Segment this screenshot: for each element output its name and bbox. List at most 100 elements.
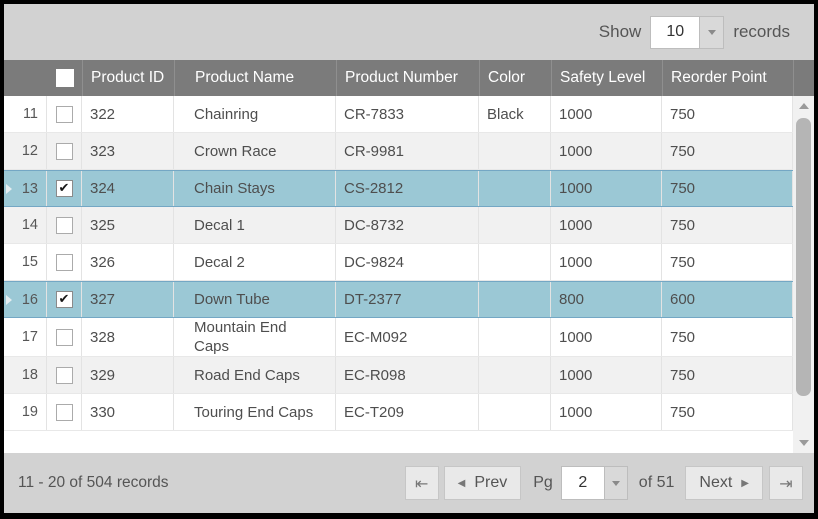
product-grid: Show 10 records Product ID Product Name …	[0, 0, 818, 519]
page-size-dropdown-button[interactable]	[700, 16, 724, 49]
table-row[interactable]: 19330Touring End CapsEC-T2091000750	[4, 394, 793, 431]
selected-row-marker-icon	[6, 295, 12, 305]
table-row[interactable]: 11322ChainringCR-7833Black1000750	[4, 96, 793, 133]
select-all-checkbox[interactable]	[56, 69, 74, 87]
next-arrow-icon: ▶	[741, 478, 749, 489]
row-number: 11	[4, 96, 47, 132]
row-checkbox-cell	[47, 318, 82, 356]
row-checkbox[interactable]	[56, 367, 73, 384]
cell-safety-level: 1000	[551, 96, 662, 132]
prev-page-button[interactable]: ◀ Prev	[444, 466, 522, 500]
records-summary: 11 - 20 of 504 records	[18, 474, 405, 492]
header-safety-level[interactable]: Safety Level	[551, 60, 662, 96]
table-row[interactable]: 12323Crown RaceCR-99811000750	[4, 133, 793, 170]
row-checkbox-cell	[47, 394, 82, 430]
cell-color	[479, 318, 551, 356]
cell-safety-level: 1000	[551, 394, 662, 430]
first-page-button[interactable]: ⇤	[405, 466, 439, 500]
first-page-icon: ⇤	[415, 474, 428, 493]
selected-row-marker-icon	[6, 184, 12, 194]
page-number-dropdown-button[interactable]	[605, 466, 628, 500]
header-reorder-point[interactable]: Reorder Point	[662, 60, 793, 96]
cell-reorder-point: 600	[662, 282, 793, 317]
row-number: 12	[4, 133, 47, 169]
table-row[interactable]: 14 325Decal 1DC-8732 1000750	[4, 207, 793, 244]
scroll-down-button[interactable]	[793, 433, 814, 453]
header-row-number	[4, 60, 47, 96]
cell-product-id: 327	[82, 282, 174, 317]
prev-arrow-icon: ◀	[458, 478, 466, 489]
header-product-id[interactable]: Product ID	[82, 60, 174, 96]
chevron-down-icon	[612, 481, 620, 486]
row-checkbox[interactable]	[56, 254, 73, 271]
cell-color	[479, 207, 551, 243]
row-number: 14	[4, 207, 47, 243]
table-row[interactable]: 15326Decal 2DC-98241000750	[4, 244, 793, 281]
cell-reorder-point: 750	[662, 96, 793, 132]
cell-color	[479, 171, 551, 206]
row-number: 15	[4, 244, 47, 280]
cell-product-name: Chain Stays	[174, 171, 336, 206]
page-number-input[interactable]: 2	[561, 466, 605, 500]
cell-color	[479, 282, 551, 317]
cell-reorder-point: 750	[662, 394, 793, 430]
scroll-up-icon	[799, 103, 809, 109]
scrollbar-thumb[interactable]	[796, 118, 811, 396]
row-number: 16	[4, 282, 47, 317]
row-checkbox-cell	[47, 96, 82, 132]
row-checkbox[interactable]	[56, 404, 73, 421]
cell-product-id: 323	[82, 133, 174, 169]
cell-product-number: CR-7833	[336, 96, 479, 132]
cell-reorder-point: 750	[662, 357, 793, 393]
scroll-down-icon	[799, 440, 809, 446]
header-product-name[interactable]: Product Name	[174, 60, 336, 96]
chevron-down-icon	[708, 30, 716, 35]
header-scroll-spacer	[793, 60, 814, 96]
next-page-button[interactable]: Next ▶	[685, 466, 763, 500]
page-number-selector: 2	[561, 466, 628, 500]
row-checkbox[interactable]	[56, 217, 73, 234]
vertical-scrollbar[interactable]	[793, 96, 814, 453]
cell-product-id: 326	[82, 244, 174, 280]
row-checkbox-cell	[47, 133, 82, 169]
pg-label: Pg	[533, 474, 553, 492]
cell-product-name: Down Tube	[174, 282, 336, 317]
table-row[interactable]: 18329Road End CapsEC-R0981000750	[4, 357, 793, 394]
cell-product-name: Chainring	[174, 96, 336, 132]
cell-product-number: DC-8732	[336, 207, 479, 243]
cell-product-number: CR-9981	[336, 133, 479, 169]
pager-bar: 11 - 20 of 504 records ⇤ ◀ Prev Pg 2 of …	[4, 453, 814, 513]
scroll-up-button[interactable]	[793, 96, 814, 116]
cell-product-number: EC-M092	[336, 318, 479, 356]
row-checkbox[interactable]	[56, 106, 73, 123]
cell-reorder-point: 750	[662, 207, 793, 243]
cell-product-id: 325	[82, 207, 174, 243]
page-size-selector: 10	[650, 16, 724, 49]
next-label: Next	[699, 474, 732, 492]
table-row[interactable]: 16 ✔ 327Down TubeDT-2377 800600	[4, 281, 793, 318]
cell-product-id: 329	[82, 357, 174, 393]
row-checkbox-cell: ✔	[47, 282, 82, 317]
table-row[interactable]: 13✔324Chain StaysCS-28121000750	[4, 170, 793, 207]
row-checkbox-cell	[47, 207, 82, 243]
cell-product-number: DT-2377	[336, 282, 479, 317]
row-checkbox[interactable]: ✔	[56, 180, 73, 197]
header-color[interactable]: Color	[479, 60, 551, 96]
row-checkbox[interactable]: ✔	[56, 291, 73, 308]
cell-product-name: Decal 1	[174, 207, 336, 243]
last-page-button[interactable]: ⇥	[769, 466, 803, 500]
cell-safety-level: 1000	[551, 171, 662, 206]
total-pages-label: of 51	[639, 474, 675, 492]
page-size-input[interactable]: 10	[650, 16, 700, 49]
row-checkbox-cell	[47, 244, 82, 280]
row-checkbox[interactable]	[56, 329, 73, 346]
cell-safety-level: 800	[551, 282, 662, 317]
cell-safety-level: 1000	[551, 207, 662, 243]
cell-safety-level: 1000	[551, 357, 662, 393]
header-product-number[interactable]: Product Number	[336, 60, 479, 96]
row-checkbox[interactable]	[56, 143, 73, 160]
scrollbar-track[interactable]	[793, 116, 814, 433]
cell-safety-level: 1000	[551, 133, 662, 169]
cell-reorder-point: 750	[662, 171, 793, 206]
table-row[interactable]: 17328Mountain End CapsEC-M0921000750	[4, 318, 793, 357]
